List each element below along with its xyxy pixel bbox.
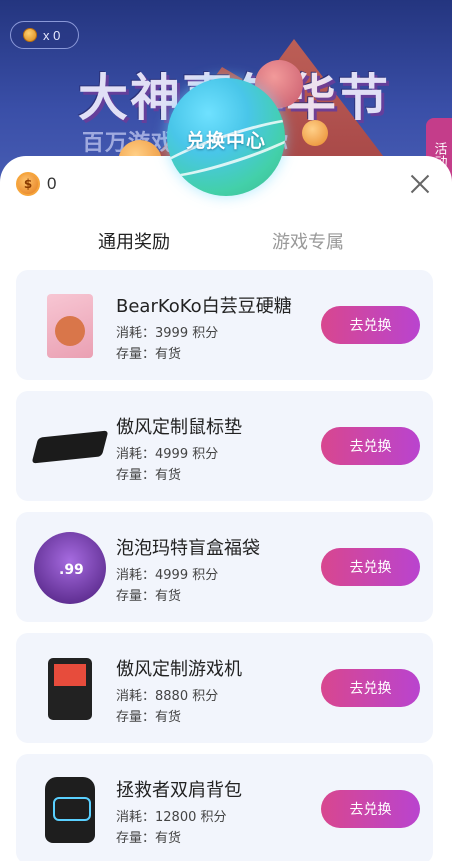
list-item: BearKoKo白芸豆硬糖 消耗：3999 积分 存量：有货 去兑换 xyxy=(16,270,433,380)
tab-game-exclusive[interactable]: 游戏专属 xyxy=(272,228,344,254)
mousepad-icon xyxy=(31,409,109,485)
reward-list: BearKoKo白芸豆硬糖 消耗：3999 积分 存量：有货 去兑换 傲风定制鼠… xyxy=(16,270,433,861)
exchange-button[interactable]: 去兑换 xyxy=(321,790,420,828)
backpack-icon xyxy=(32,772,108,848)
dollar-coin-icon: $ xyxy=(16,172,40,196)
coin-counter[interactable]: x 0 xyxy=(10,21,79,49)
item-cost: 消耗：4999 积分 xyxy=(116,447,219,462)
item-name: BearKoKo白芸豆硬糖 xyxy=(116,296,292,317)
item-name: 拯救者双肩背包 xyxy=(116,780,242,801)
item-name: 泡泡玛特盲盒福袋 xyxy=(116,538,260,559)
points-balance-value: 0 xyxy=(47,174,57,193)
tab-label: 通用奖励 xyxy=(98,232,170,253)
exchange-button[interactable]: 去兑换 xyxy=(321,306,420,344)
reward-tabs: 通用奖励 游戏专属 xyxy=(0,228,452,268)
item-stock: 存量：有货 xyxy=(116,831,182,846)
game-console-icon xyxy=(32,651,108,727)
list-item: 泡泡玛特盲盒福袋 消耗：4999 积分 存量：有货 去兑换 xyxy=(16,512,433,622)
item-cost: 消耗：3999 积分 xyxy=(116,326,219,341)
exchange-button[interactable]: 去兑换 xyxy=(321,427,420,465)
exchange-button[interactable]: 去兑换 xyxy=(321,669,420,707)
item-cost: 消耗：4999 积分 xyxy=(116,568,219,583)
list-item: 傲风定制鼠标垫 消耗：4999 积分 存量：有货 去兑换 xyxy=(16,391,433,501)
item-name: 傲风定制鼠标垫 xyxy=(116,417,242,438)
list-item: 拯救者双肩背包 消耗：12800 积分 存量：有货 去兑换 xyxy=(16,754,433,861)
item-stock: 存量：有货 xyxy=(116,347,182,362)
exchange-button[interactable]: 去兑换 xyxy=(321,548,420,586)
item-cost: 消耗：12800 积分 xyxy=(116,810,227,825)
coin-icon xyxy=(23,28,37,42)
item-stock: 存量：有货 xyxy=(116,589,182,604)
item-cost: 消耗：8880 积分 xyxy=(116,689,219,704)
coin-count: x 0 xyxy=(43,27,61,43)
planet-decoration-icon xyxy=(302,120,328,146)
tab-general-rewards[interactable]: 通用奖励 xyxy=(86,228,186,255)
item-name: 傲风定制游戏机 xyxy=(116,659,242,680)
item-stock: 存量：有货 xyxy=(116,468,182,483)
exchange-center-globe: 兑换中心 xyxy=(167,78,285,196)
exchange-center-sheet: $ 0 通用奖励 游戏专属 BearKoKo白芸豆硬糖 消耗：3999 积分 存… xyxy=(0,156,452,861)
item-stock: 存量：有货 xyxy=(116,710,182,725)
candy-box-icon xyxy=(32,288,108,364)
lucky-bag-icon xyxy=(32,530,108,606)
tab-label: 游戏专属 xyxy=(272,232,344,253)
points-balance: $ 0 xyxy=(16,172,56,196)
close-icon[interactable] xyxy=(410,174,430,194)
list-item: 傲风定制游戏机 消耗：8880 积分 存量：有货 去兑换 xyxy=(16,633,433,743)
modal-title: 兑换中心 xyxy=(185,130,266,152)
